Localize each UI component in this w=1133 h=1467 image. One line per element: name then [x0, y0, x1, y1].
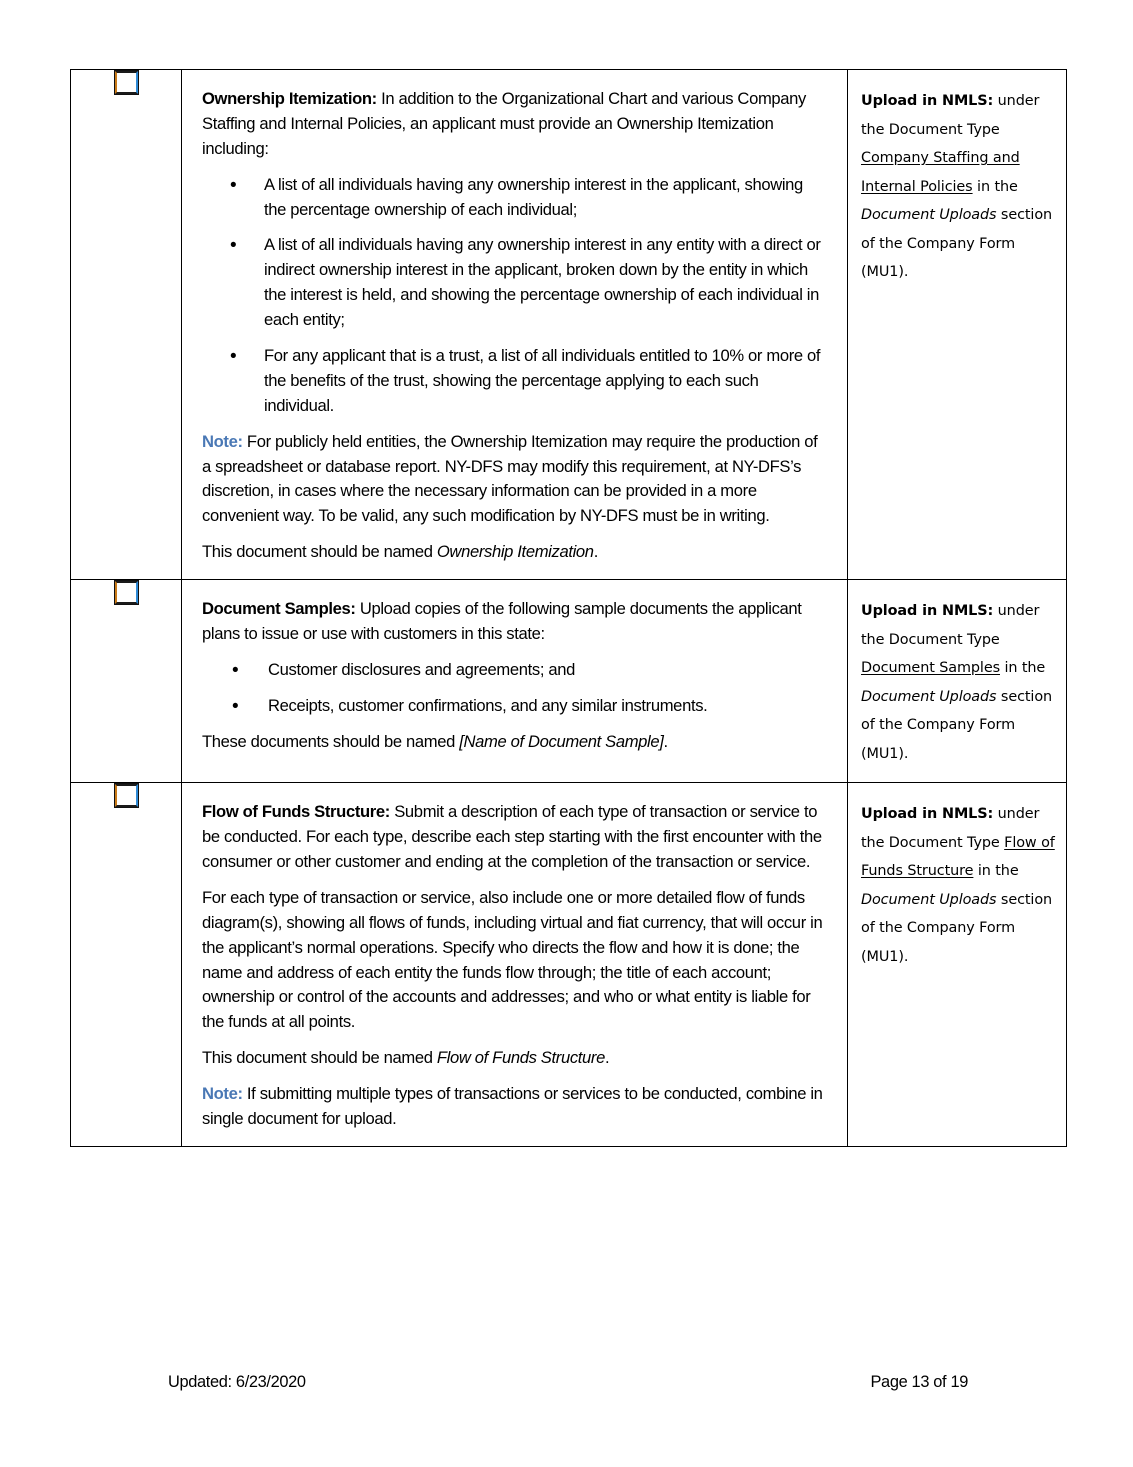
nmls-upload-cell: Upload in NMLS: under the Document Type …: [847, 579, 1067, 784]
nmls-text-2: in the: [972, 178, 1018, 195]
nmls-text-2: in the: [999, 660, 1046, 677]
nmls-text-2: in the: [973, 863, 1019, 880]
naming-suffix: .: [593, 542, 599, 562]
requirement-note-paragraph: Note: For publicly held entities, the Ow…: [202, 430, 827, 530]
list-item: A list of all individuals having any own…: [202, 172, 827, 223]
flow-of-funds-description: Flow of Funds Structure: Submit a descri…: [202, 800, 827, 1132]
requirement-title: Ownership Itemization:: [202, 89, 377, 108]
nmls-instruction-paragraph: Upload in NMLS: under the Document Type …: [861, 597, 1056, 768]
nmls-section-name: Document Uploads: [861, 688, 997, 705]
list-item: A list of all individuals having any own…: [202, 232, 827, 333]
note-text: If submitting multiple types of transact…: [202, 1084, 823, 1129]
document-samples-checkbox[interactable]: [113, 580, 139, 606]
requirement-naming-paragraph: These documents should be named [Name of…: [202, 730, 827, 755]
list-item: Receipts, customer confirmations, and an…: [202, 693, 827, 720]
footer-page-number: Page 13 of 19: [870, 1373, 968, 1391]
naming-suffix: .: [604, 1048, 610, 1068]
requirement-naming-paragraph: This document should be named Flow of Fu…: [202, 1046, 827, 1071]
nmls-upload-instructions: Upload in NMLS: under the Document Type …: [861, 597, 1056, 768]
nmls-upload-instructions: Upload in NMLS: under the Document Type …: [861, 800, 1056, 971]
naming-document-name: Ownership Itemization: [436, 542, 594, 562]
naming-suffix: .: [663, 731, 669, 751]
nmls-upload-instructions: Upload in NMLS: under the Document Type …: [861, 87, 1056, 287]
naming-document-name: Flow of Funds Structure: [436, 1048, 605, 1068]
nmls-instruction-paragraph: Upload in NMLS: under the Document Type …: [861, 87, 1056, 287]
note-label: Note:: [202, 1084, 243, 1104]
ownership-itemization-description: Ownership Itemization: In addition to th…: [202, 87, 827, 565]
description-cell: Document Samples: Upload copies of the f…: [181, 579, 848, 784]
naming-document-name: [Name of Document Sample]: [459, 731, 664, 751]
requirement-intro-paragraph: Document Samples: Upload copies of the f…: [202, 597, 827, 647]
nmls-label: Upload in NMLS:: [861, 806, 994, 823]
requirement-title: Document Samples:: [202, 599, 356, 619]
ownership-itemization-checkbox[interactable]: [113, 70, 139, 95]
list-item: For any applicant that is a trust, a lis…: [202, 343, 827, 419]
requirement-bullet-list: A list of all individuals having any own…: [202, 172, 827, 419]
checkbox-cell: [70, 782, 182, 1147]
requirement-intro-paragraph: Ownership Itemization: In addition to th…: [202, 87, 827, 162]
naming-prefix: This document should be named: [202, 1048, 437, 1068]
nmls-section-name: Document Uploads: [861, 207, 997, 224]
naming-prefix: This document should be named: [202, 542, 437, 562]
requirement-bullet-list: Customer disclosures and agreements; and…: [202, 657, 827, 720]
description-cell: Flow of Funds Structure: Submit a descri…: [181, 782, 848, 1147]
table-row: Flow of Funds Structure: Submit a descri…: [70, 782, 1067, 1147]
page-footer: Updated: 6/23/2020 Page 13 of 19: [70, 1373, 1066, 1392]
requirement-second-paragraph: For each type of transaction or service,…: [202, 887, 823, 1032]
nmls-upload-cell: Upload in NMLS: under the Document Type …: [847, 782, 1067, 1147]
description-cell: Ownership Itemization: In addition to th…: [181, 68, 848, 581]
footer-updated-date: Updated: 6/23/2020: [168, 1373, 306, 1391]
requirement-title: Flow of Funds Structure:: [202, 802, 390, 822]
document-samples-description: Document Samples: Upload copies of the f…: [202, 597, 827, 754]
nmls-upload-cell: Upload in NMLS: under the Document Type …: [847, 68, 1067, 581]
nmls-section-name: Document Uploads: [861, 891, 997, 908]
nmls-instruction-paragraph: Upload in NMLS: under the Document Type …: [861, 800, 1056, 971]
nmls-label: Upload in NMLS:: [861, 93, 994, 109]
requirement-note-paragraph: Note: If submitting multiple types of tr…: [202, 1082, 827, 1132]
flow-of-funds-structure-checkbox[interactable]: [113, 783, 139, 809]
note-label: Note:: [202, 431, 243, 451]
checkbox-cell: [70, 579, 182, 784]
document-page: Ownership Itemization: In addition to th…: [0, 0, 1133, 1467]
nmls-document-type: Document Samples: [861, 660, 1000, 677]
requirement-intro-paragraph: Flow of Funds Structure: Submit a descri…: [202, 800, 827, 875]
table-row: Document Samples: Upload copies of the f…: [70, 579, 1067, 784]
nmls-label: Upload in NMLS:: [861, 603, 994, 620]
note-text: For publicly held entities, the Ownershi…: [202, 431, 818, 526]
naming-prefix: These documents should be named: [202, 731, 460, 751]
table-row: Ownership Itemization: In addition to th…: [70, 68, 1067, 581]
list-item: Customer disclosures and agreements; and: [202, 657, 827, 684]
checkbox-cell: [70, 68, 182, 581]
requirements-checklist-table: Ownership Itemization: In addition to th…: [70, 68, 1067, 1147]
requirement-naming-paragraph: This document should be named Ownership …: [202, 540, 827, 565]
